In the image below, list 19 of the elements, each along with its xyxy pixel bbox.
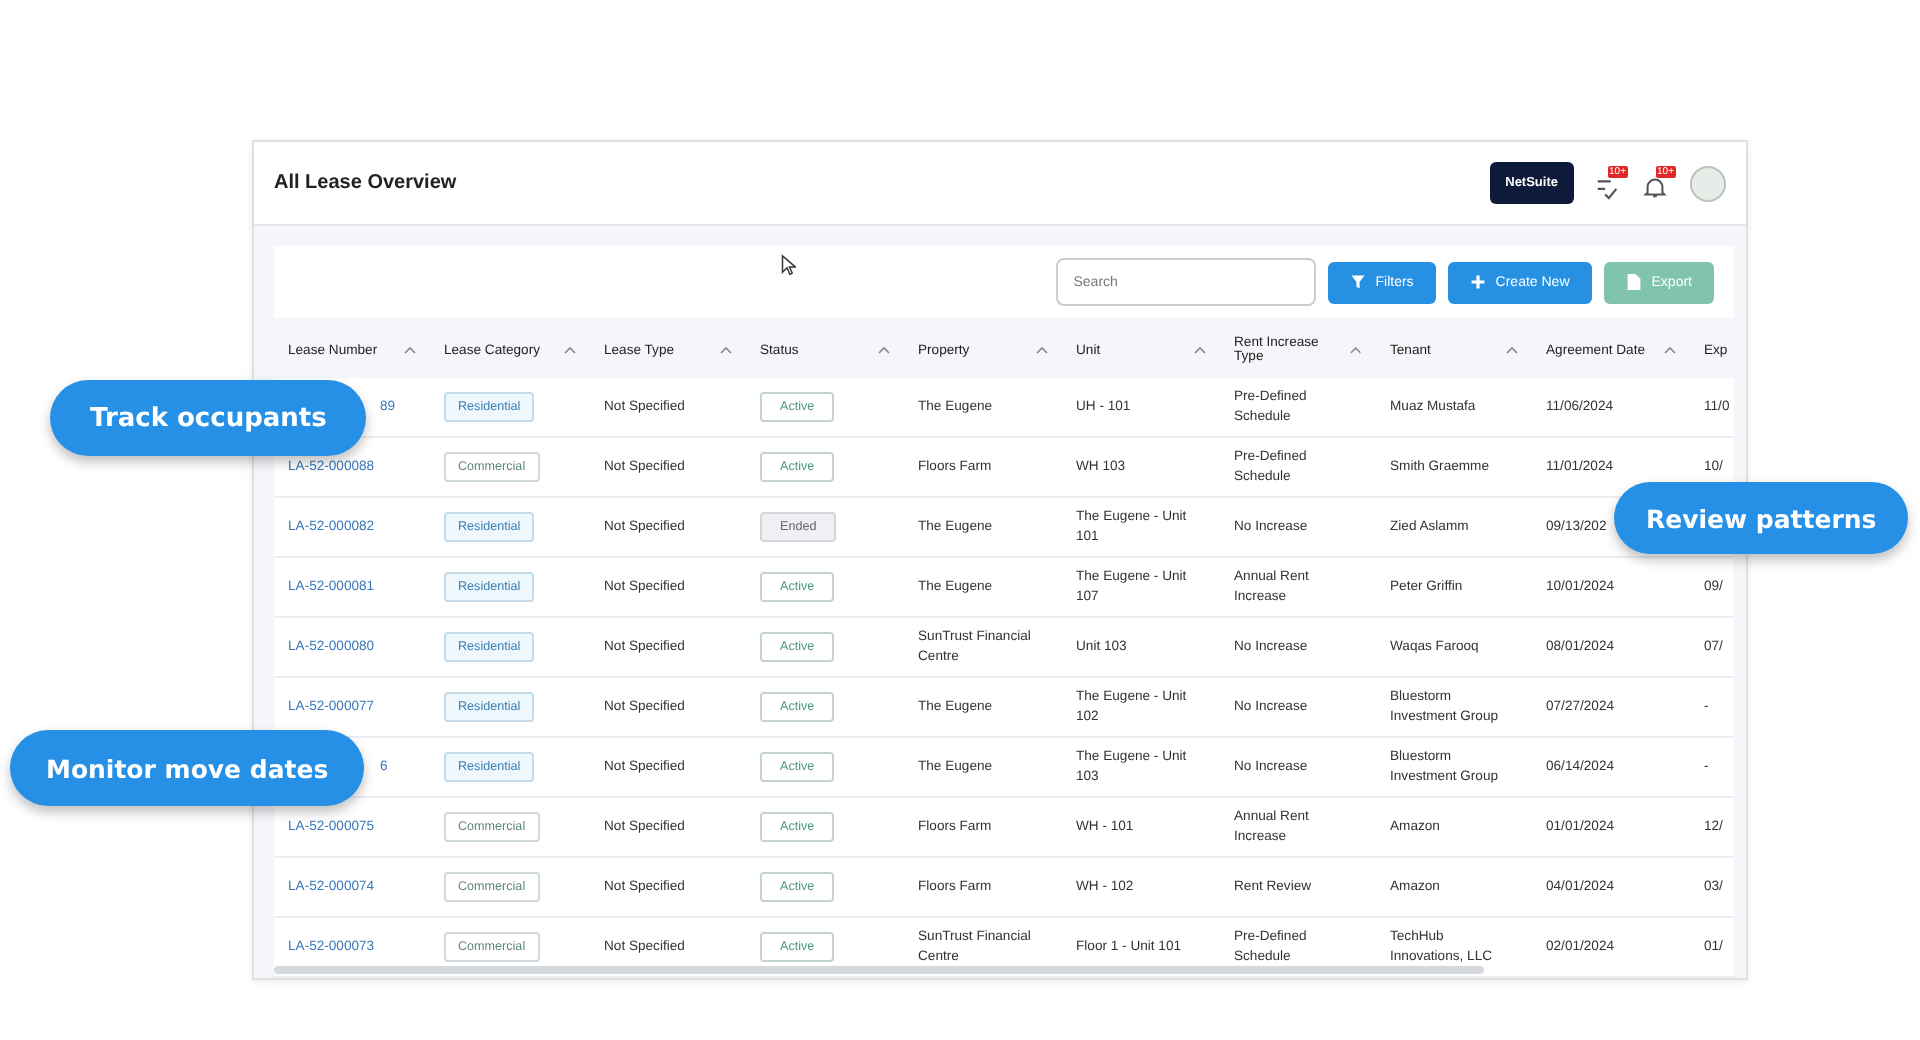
sort-icon[interactable] (1664, 346, 1676, 354)
bell-icon[interactable] (1642, 173, 1668, 199)
avatar[interactable] (1690, 165, 1726, 201)
callout-pill: Review patterns (1614, 482, 1909, 554)
filter-icon (1349, 274, 1366, 290)
document-icon (1625, 274, 1642, 290)
sort-icon[interactable] (564, 346, 576, 354)
sort-icon[interactable] (1194, 346, 1206, 354)
sort-icon[interactable] (720, 346, 732, 354)
cursor-icon (780, 254, 796, 276)
sort-icon[interactable] (1506, 346, 1518, 354)
callout-pill: Track occupants (50, 380, 367, 456)
plus-icon (1469, 274, 1486, 290)
sort-icon[interactable] (404, 346, 416, 354)
sort-icon[interactable] (1036, 346, 1048, 354)
sort-icon[interactable] (878, 346, 890, 354)
callout-pill: Monitor move dates (10, 730, 365, 806)
sort-icon[interactable] (1350, 346, 1362, 354)
page-title: All Lease Overview (274, 172, 457, 194)
